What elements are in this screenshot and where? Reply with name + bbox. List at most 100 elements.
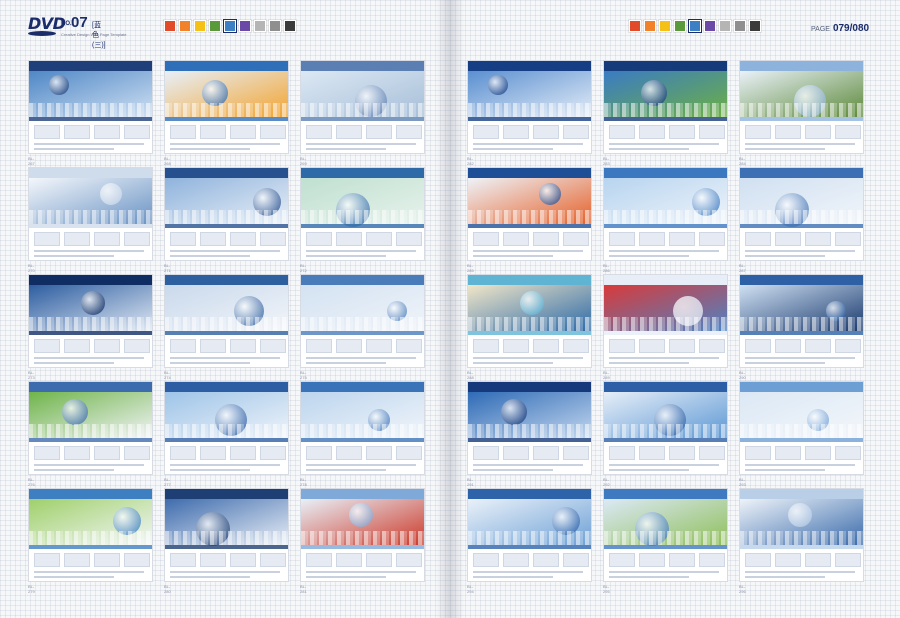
- template-thumbnail[interactable]: [603, 488, 728, 582]
- thumbnail-topbar: [29, 61, 152, 71]
- color-swatch[interactable]: [659, 20, 671, 32]
- template-thumbnail[interactable]: [467, 60, 592, 154]
- thumbnail-content-block: [639, 446, 665, 460]
- template-thumbnail[interactable]: [28, 381, 153, 475]
- thumbnail-nav: [165, 224, 288, 228]
- template-thumbnail[interactable]: [603, 381, 728, 475]
- thumbnail-content-block: [639, 125, 665, 139]
- color-swatch[interactable]: [164, 20, 176, 32]
- template-thumbnail[interactable]: [28, 167, 153, 261]
- thumbnail-nav: [301, 545, 424, 549]
- color-swatch[interactable]: [254, 20, 266, 32]
- thumbnail-topbar: [468, 382, 591, 392]
- template-thumbnail[interactable]: [164, 488, 289, 582]
- color-swatch[interactable]: [688, 19, 702, 33]
- template-thumbnail[interactable]: [739, 488, 864, 582]
- thumbnail-content-block: [396, 125, 422, 139]
- thumbnail-caption: BL-279: [28, 584, 35, 594]
- template-thumbnail[interactable]: [467, 381, 592, 475]
- template-thumbnail[interactable]: [300, 167, 425, 261]
- thumbnail-text-line: [34, 362, 114, 364]
- template-thumbnail[interactable]: [467, 274, 592, 368]
- color-swatch[interactable]: [179, 20, 191, 32]
- thumbnail-nav: [740, 117, 863, 121]
- thumbnail-content-block: [563, 446, 589, 460]
- thumbnail-skyline: [301, 424, 424, 438]
- thumbnail-skyline: [29, 424, 152, 438]
- template-thumbnail[interactable]: [467, 488, 592, 582]
- thumbnail-globe-graphic: [539, 183, 561, 205]
- color-swatch[interactable]: [629, 20, 641, 32]
- thumbnail-text-line: [609, 357, 719, 359]
- thumbnail-hero-image: [29, 392, 152, 438]
- thumbnail-content-block: [396, 339, 422, 353]
- thumbnail-content-block: [336, 125, 362, 139]
- thumbnail-topbar: [604, 382, 727, 392]
- page-label: PAGE: [811, 26, 830, 33]
- template-thumbnail[interactable]: [467, 167, 592, 261]
- template-thumbnail[interactable]: [300, 274, 425, 368]
- color-swatch[interactable]: [269, 20, 281, 32]
- color-swatch[interactable]: [719, 20, 731, 32]
- color-swatch[interactable]: [209, 20, 221, 32]
- color-swatch[interactable]: [239, 20, 251, 32]
- thumbnail-caption: BL-289: [603, 370, 610, 380]
- thumbnail-globe-graphic: [788, 503, 812, 527]
- thumbnail-text-line: [609, 469, 689, 471]
- thumbnail-skyline: [301, 317, 424, 331]
- color-swatch[interactable]: [704, 20, 716, 32]
- thumbnail-content-block: [64, 232, 90, 246]
- template-thumbnail[interactable]: [739, 381, 864, 475]
- thumbnail-hero-image: [301, 285, 424, 331]
- thumbnail-content-block: [609, 339, 635, 353]
- thumbnail-topbar: [301, 275, 424, 285]
- template-thumbnail[interactable]: [28, 60, 153, 154]
- color-swatch[interactable]: [644, 20, 656, 32]
- thumbnail-text-line: [609, 464, 719, 466]
- template-thumbnail[interactable]: [739, 60, 864, 154]
- template-thumbnail[interactable]: [164, 60, 289, 154]
- color-swatch[interactable]: [223, 19, 237, 33]
- template-thumbnail[interactable]: [603, 167, 728, 261]
- thumbnail-content-block: [200, 125, 226, 139]
- color-swatch[interactable]: [284, 20, 296, 32]
- thumbnail-content-block: [396, 553, 422, 567]
- thumbnail-topbar: [165, 61, 288, 71]
- thumbnail-globe-graphic: [520, 291, 544, 315]
- template-thumbnail[interactable]: [28, 488, 153, 582]
- thumbnail-caption: BL-280: [164, 584, 171, 594]
- template-thumbnail[interactable]: [164, 167, 289, 261]
- template-thumbnail[interactable]: [739, 274, 864, 368]
- thumbnail-text-line: [170, 357, 280, 359]
- template-thumbnail[interactable]: [300, 488, 425, 582]
- template-thumbnail[interactable]: [164, 381, 289, 475]
- template-thumbnail[interactable]: [603, 60, 728, 154]
- thumbnail-content-block: [775, 339, 801, 353]
- template-thumbnail[interactable]: [300, 60, 425, 154]
- thumbnail-content-block: [745, 339, 771, 353]
- color-swatch[interactable]: [194, 20, 206, 32]
- thumbnail-content-block: [699, 446, 725, 460]
- color-swatch[interactable]: [674, 20, 686, 32]
- template-thumbnail[interactable]: [603, 274, 728, 368]
- thumbnail-content-block: [336, 339, 362, 353]
- template-thumbnail[interactable]: [28, 274, 153, 368]
- thumbnail-content-block: [639, 553, 665, 567]
- thumbnail-skyline: [468, 424, 591, 438]
- thumbnail-caption: BL-270: [28, 263, 35, 273]
- thumbnail-caption: BL-286: [603, 263, 610, 273]
- thumbnail-text-line: [745, 469, 825, 471]
- thumbnail-text-line: [170, 362, 250, 364]
- template-thumbnail[interactable]: [739, 167, 864, 261]
- thumbnail-topbar: [165, 168, 288, 178]
- thumbnail-content-block: [34, 232, 60, 246]
- color-swatch[interactable]: [734, 20, 746, 32]
- color-swatch[interactable]: [749, 20, 761, 32]
- thumbnail-caption: BL-284: [739, 156, 746, 166]
- template-thumbnail[interactable]: [300, 381, 425, 475]
- thumbnail-content-block: [669, 446, 695, 460]
- thumbnail-content-block: [306, 232, 332, 246]
- thumbnail-content-block: [533, 446, 559, 460]
- thumbnail-caption: BL-275: [300, 370, 307, 380]
- template-thumbnail[interactable]: [164, 274, 289, 368]
